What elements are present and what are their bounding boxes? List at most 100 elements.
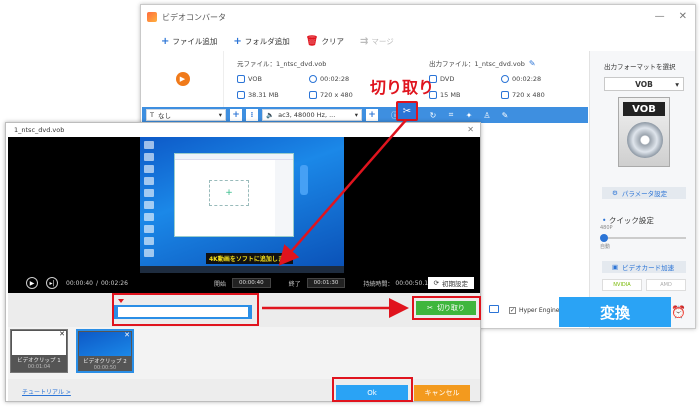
param-label: パラメータ設定 bbox=[621, 190, 668, 198]
edit-pen-icon[interactable]: ✎ bbox=[529, 59, 536, 68]
tutorial-link[interactable]: チュートリアル > bbox=[22, 387, 71, 396]
total-time: 00:02:26 bbox=[100, 279, 128, 287]
desktop-icons bbox=[144, 141, 158, 261]
title-bar: ビデオコンバータ — ✕ bbox=[141, 5, 695, 29]
clock-icon bbox=[309, 75, 317, 83]
text-icon: T bbox=[150, 111, 154, 119]
merge-icon: ⇉ bbox=[359, 35, 369, 47]
convert-button[interactable]: 変換 bbox=[559, 297, 671, 327]
watermark-icon[interactable]: ♙ bbox=[480, 111, 494, 120]
close-icon[interactable]: ✕ bbox=[679, 11, 687, 22]
disc-icon bbox=[627, 122, 663, 158]
clip-item[interactable]: ✕ ビデオクリップ 2 00:00:50 bbox=[76, 329, 134, 373]
merge-label: マージ bbox=[371, 36, 394, 46]
clear-button[interactable]: 🗑 クリア bbox=[306, 36, 344, 47]
slider-knob[interactable] bbox=[600, 234, 608, 242]
format-select[interactable]: VOB ▾ bbox=[604, 77, 684, 91]
start-time-input[interactable]: 00:00:40 bbox=[231, 278, 271, 288]
chevron-down-icon: ▾ bbox=[675, 79, 679, 89]
output-panel: 出力フォーマットを選択 VOB ▾ VOB ⚙ パラメータ設定 • クイック設定… bbox=[589, 51, 695, 328]
subtitle-select[interactable]: T なし ▾ bbox=[146, 109, 226, 121]
edit-toolbar: T なし ▾ + ⁞ 🔈 ac3, 48000 Hz, ... ▾ + ⓘ ↻ … bbox=[142, 107, 588, 123]
nvidia-badge: NVIDIA bbox=[602, 279, 642, 291]
current-time: 00:00:40 bbox=[66, 279, 93, 287]
hyper-engine-option[interactable]: ✓ Hyper Engine bbox=[509, 307, 560, 314]
add-audio-button[interactable]: + bbox=[366, 109, 378, 121]
merge-button[interactable]: ⇉ マージ bbox=[360, 36, 394, 47]
cut-callout: 切り取り bbox=[370, 78, 435, 97]
playback-controls: ▶ ▸| 00:00:40 / 00:02:26 開始 00:00:40 終了 … bbox=[8, 273, 480, 293]
reset-button[interactable]: ⟳ 初期設定 bbox=[427, 277, 474, 289]
start-label: 開始 bbox=[213, 280, 226, 288]
cut-tool-button[interactable]: ✂ bbox=[396, 101, 418, 121]
play-icon[interactable]: ▶ bbox=[26, 277, 38, 289]
source-resolution: 720 x 480 bbox=[320, 91, 353, 99]
add-file-button[interactable]: + ファイル追加 bbox=[161, 36, 217, 47]
audio-value: ac3, 48000 Hz, ... bbox=[278, 111, 336, 119]
gear-icon: ⚙ bbox=[612, 189, 618, 197]
preview-side-panel bbox=[300, 165, 308, 195]
add-folder-button[interactable]: + フォルダ追加 bbox=[233, 36, 289, 47]
output-file-name: 出力ファイル：1_ntsc_dvd.vob bbox=[429, 60, 525, 68]
clip-name: ビデオクリップ 2 bbox=[83, 359, 127, 365]
parameter-settings-button[interactable]: ⚙ パラメータ設定 bbox=[602, 187, 686, 199]
duration-label: 持続時間： bbox=[363, 280, 394, 288]
source-size: 38.31 MB bbox=[248, 91, 279, 99]
drop-area: + bbox=[209, 180, 249, 206]
preview-frame: + 4K動画をソフトに追加します bbox=[140, 137, 344, 273]
output-resolution: 720 x 480 bbox=[512, 91, 545, 99]
add-subtitle-button[interactable]: + bbox=[230, 109, 242, 121]
vob-label: VOB bbox=[623, 102, 665, 116]
trash-icon: 🗑 bbox=[305, 35, 319, 47]
clear-label: クリア bbox=[321, 36, 344, 46]
step-icon[interactable]: ▸| bbox=[46, 277, 58, 289]
gpu-label: ビデオカード加速 bbox=[622, 264, 675, 272]
hyper-engine-label: Hyper Engine bbox=[519, 307, 560, 314]
video-preview[interactable]: + 4K動画をソフトに追加します bbox=[8, 137, 480, 273]
close-icon[interactable]: ✕ bbox=[467, 125, 474, 134]
subtitle-settings-button[interactable]: ⁞ bbox=[246, 109, 258, 121]
add-file-label: ファイル追加 bbox=[172, 36, 218, 46]
add-folder-label: フォルダ追加 bbox=[244, 36, 290, 46]
minimize-icon[interactable]: — bbox=[655, 11, 665, 22]
clock-icon bbox=[501, 75, 509, 83]
reset-label: 初期設定 bbox=[442, 280, 468, 288]
audio-select[interactable]: 🔈 ac3, 48000 Hz, ... ▾ bbox=[262, 109, 362, 121]
clip-item[interactable]: ✕ ビデオクリップ 1 00:01:04 bbox=[10, 329, 68, 373]
subtitle-edit-icon[interactable]: ✎ bbox=[498, 111, 512, 120]
cancel-button[interactable]: キャンセル bbox=[414, 385, 470, 401]
gpu-acceleration-button[interactable]: ▣ ビデオカード加速 bbox=[602, 261, 686, 273]
crop-icon[interactable]: ⌗ bbox=[444, 110, 458, 120]
video-thumbnail[interactable]: ▶ bbox=[142, 51, 224, 107]
source-file-name: 元ファイル：1_ntsc_dvd.vob bbox=[237, 60, 327, 68]
preview-taskbar bbox=[140, 266, 344, 273]
clip-thumbnail bbox=[12, 331, 66, 355]
close-icon[interactable]: ✕ bbox=[124, 331, 130, 339]
app-logo bbox=[147, 12, 157, 22]
close-icon[interactable]: ✕ bbox=[59, 330, 65, 338]
output-info: 出力ファイル：1_ntsc_dvd.vob ✎ DVD 00:02:28 15 M… bbox=[429, 55, 589, 103]
format-value: VOB bbox=[635, 79, 653, 89]
format-icon bbox=[237, 75, 245, 83]
end-time-input[interactable]: 00:01:30 bbox=[306, 278, 346, 288]
quality-slider[interactable] bbox=[600, 234, 686, 242]
cut-highlight-box bbox=[412, 296, 481, 320]
slider-top-label: 480P bbox=[600, 225, 613, 231]
effect-icon[interactable]: ✦ bbox=[462, 111, 476, 120]
video-caption: 4K動画をソフトに追加します bbox=[206, 253, 293, 264]
quick-setting-text: クイック設定 bbox=[608, 216, 654, 225]
size-icon bbox=[237, 91, 245, 99]
time-separator: / bbox=[95, 279, 98, 287]
play-icon[interactable]: ▶ bbox=[175, 72, 190, 86]
source-format: VOB bbox=[248, 75, 262, 83]
dialog-title: 1_ntsc_dvd.vob bbox=[14, 126, 65, 134]
rotate-icon[interactable]: ↻ bbox=[426, 111, 440, 120]
cut-dialog: 1_ntsc_dvd.vob ✕ + 4K動画をソフトに追加します ▶ ▸| 0… bbox=[5, 122, 481, 402]
output-size: 15 MB bbox=[440, 91, 461, 99]
track-highlight-box bbox=[112, 293, 259, 326]
folder-icon[interactable] bbox=[489, 305, 499, 313]
hyper-engine-checkbox[interactable]: ✓ bbox=[509, 307, 516, 314]
alarm-clock-icon[interactable]: ⏰ bbox=[671, 305, 686, 319]
clip-time: 00:01:04 bbox=[27, 364, 51, 370]
chevron-down-icon: ▾ bbox=[354, 111, 358, 119]
